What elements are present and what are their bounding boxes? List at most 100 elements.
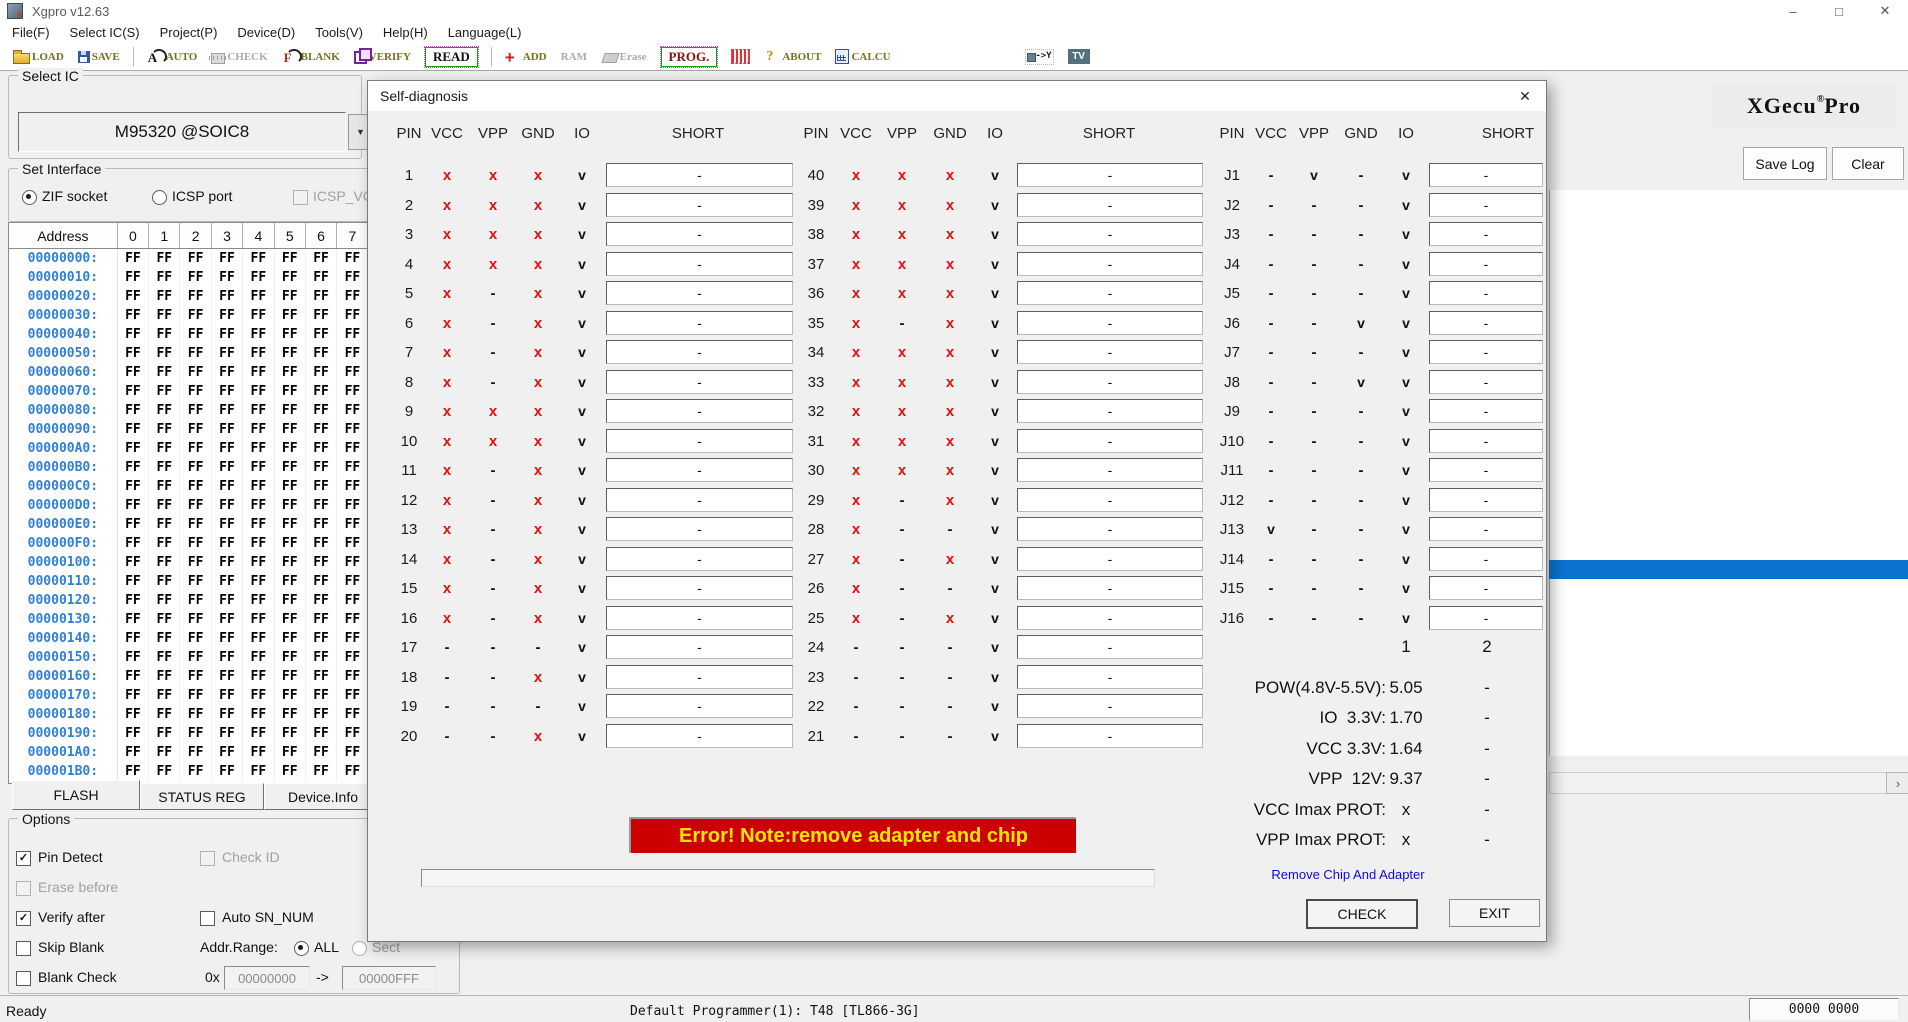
hex-cell[interactable]: FF: [118, 534, 149, 553]
save-log-button[interactable]: Save Log: [1743, 147, 1827, 180]
hex-cell[interactable]: FF: [180, 344, 211, 363]
short-field[interactable]: -: [1017, 281, 1203, 305]
hex-cell[interactable]: FF: [118, 572, 149, 591]
short-field[interactable]: -: [606, 340, 793, 364]
short-field[interactable]: -: [606, 547, 793, 571]
hex-cell[interactable]: FF: [275, 287, 306, 306]
toolbar-add-button[interactable]: ADD: [505, 46, 547, 68]
short-field[interactable]: -: [606, 252, 793, 276]
hex-cell[interactable]: FF: [275, 648, 306, 667]
hex-cell[interactable]: FF: [243, 610, 274, 629]
hex-cell[interactable]: FF: [337, 553, 368, 572]
hex-cell[interactable]: FF: [243, 382, 274, 401]
hex-cell[interactable]: FF: [180, 705, 211, 724]
hex-cell[interactable]: FF: [118, 648, 149, 667]
hex-cell[interactable]: FF: [149, 762, 180, 781]
menu-toolsv[interactable]: Tools(V): [305, 23, 373, 42]
hex-cell[interactable]: FF: [212, 705, 243, 724]
tab-status-reg[interactable]: STATUS REG: [140, 783, 264, 810]
hex-cell[interactable]: FF: [337, 705, 368, 724]
hex-cell[interactable]: FF: [118, 382, 149, 401]
hex-cell[interactable]: FF: [149, 553, 180, 572]
hex-cell[interactable]: FF: [118, 287, 149, 306]
hex-cell[interactable]: FF: [149, 458, 180, 477]
hex-cell[interactable]: FF: [212, 439, 243, 458]
hex-cell[interactable]: FF: [243, 629, 274, 648]
hex-cell[interactable]: FF: [212, 648, 243, 667]
maximize-button[interactable]: □: [1816, 0, 1862, 22]
short-field[interactable]: -: [1429, 547, 1543, 571]
hex-cell[interactable]: FF: [180, 534, 211, 553]
hex-cell[interactable]: FF: [275, 496, 306, 515]
hex-cell[interactable]: FF: [118, 458, 149, 477]
hex-cell[interactable]: FF: [149, 705, 180, 724]
blank-check-checkbox[interactable]: [16, 971, 31, 986]
hex-cell[interactable]: FF: [149, 477, 180, 496]
hex-cell[interactable]: FF: [337, 477, 368, 496]
toolbar-save-button[interactable]: SAVE: [78, 46, 120, 68]
hex-cell[interactable]: FF: [337, 667, 368, 686]
hex-cell[interactable]: FF: [306, 363, 337, 382]
hex-cell[interactable]: FF: [243, 401, 274, 420]
hex-cell[interactable]: FF: [149, 344, 180, 363]
short-field[interactable]: -: [1017, 488, 1203, 512]
hex-cell[interactable]: FF: [243, 591, 274, 610]
short-field[interactable]: -: [606, 193, 793, 217]
hex-cell[interactable]: FF: [180, 363, 211, 382]
verify-after-checkbox[interactable]: ✓: [16, 911, 31, 926]
hex-cell[interactable]: FF: [306, 287, 337, 306]
short-field[interactable]: -: [1429, 399, 1543, 423]
hex-cell[interactable]: FF: [118, 420, 149, 439]
tab-device-info[interactable]: Device.Info: [264, 783, 382, 810]
hex-cell[interactable]: FF: [337, 325, 368, 344]
hex-cell[interactable]: FF: [306, 572, 337, 591]
hex-cell[interactable]: FF: [243, 363, 274, 382]
hex-cell[interactable]: FF: [337, 591, 368, 610]
hex-cell[interactable]: FF: [275, 591, 306, 610]
hex-cell[interactable]: FF: [306, 667, 337, 686]
check-button[interactable]: CHECK: [1306, 899, 1418, 929]
hex-cell[interactable]: FF: [337, 306, 368, 325]
short-field[interactable]: -: [1017, 163, 1203, 187]
hex-cell[interactable]: FF: [306, 496, 337, 515]
hex-cell[interactable]: FF: [275, 534, 306, 553]
hex-cell[interactable]: FF: [275, 382, 306, 401]
hex-cell[interactable]: FF: [118, 439, 149, 458]
hex-cell[interactable]: FF: [118, 363, 149, 382]
hex-cell[interactable]: FF: [337, 515, 368, 534]
hex-cell[interactable]: FF: [306, 705, 337, 724]
hex-cell[interactable]: FF: [212, 287, 243, 306]
clear-button[interactable]: Clear: [1832, 147, 1904, 180]
short-field[interactable]: -: [1017, 429, 1203, 453]
hex-cell[interactable]: FF: [212, 401, 243, 420]
toolbar-auto-button[interactable]: AUTO: [147, 46, 198, 68]
short-field[interactable]: -: [1017, 517, 1203, 541]
short-field[interactable]: -: [1429, 606, 1543, 630]
hex-cell[interactable]: FF: [212, 382, 243, 401]
hex-cell[interactable]: FF: [149, 534, 180, 553]
hex-cell[interactable]: FF: [306, 268, 337, 287]
hex-cell[interactable]: FF: [212, 629, 243, 648]
short-field[interactable]: -: [1429, 252, 1543, 276]
toolbar-verify-button[interactable]: VERIFY: [354, 46, 411, 68]
hex-cell[interactable]: FF: [275, 572, 306, 591]
hex-cell[interactable]: FF: [149, 572, 180, 591]
toolbar-blank-button[interactable]: BLANK: [282, 46, 340, 68]
hex-cell[interactable]: FF: [337, 401, 368, 420]
hex-cell[interactable]: FF: [212, 496, 243, 515]
hex-cell[interactable]: FF: [118, 515, 149, 534]
short-field[interactable]: -: [1429, 517, 1543, 541]
toolbar-read-button[interactable]: READ: [425, 46, 478, 68]
short-field[interactable]: -: [1017, 399, 1203, 423]
selected-ic-field[interactable]: M95320 @SOIC8: [18, 112, 346, 152]
skip-blank-checkbox[interactable]: [16, 941, 31, 956]
short-field[interactable]: -: [1429, 193, 1543, 217]
hex-cell[interactable]: FF: [243, 515, 274, 534]
hex-cell[interactable]: FF: [212, 534, 243, 553]
short-field[interactable]: -: [1017, 547, 1203, 571]
hex-cell[interactable]: FF: [149, 686, 180, 705]
hex-cell[interactable]: FF: [180, 610, 211, 629]
hex-cell[interactable]: FF: [337, 534, 368, 553]
short-field[interactable]: -: [1429, 281, 1543, 305]
dialog-close-icon[interactable]: ✕: [1512, 85, 1538, 107]
